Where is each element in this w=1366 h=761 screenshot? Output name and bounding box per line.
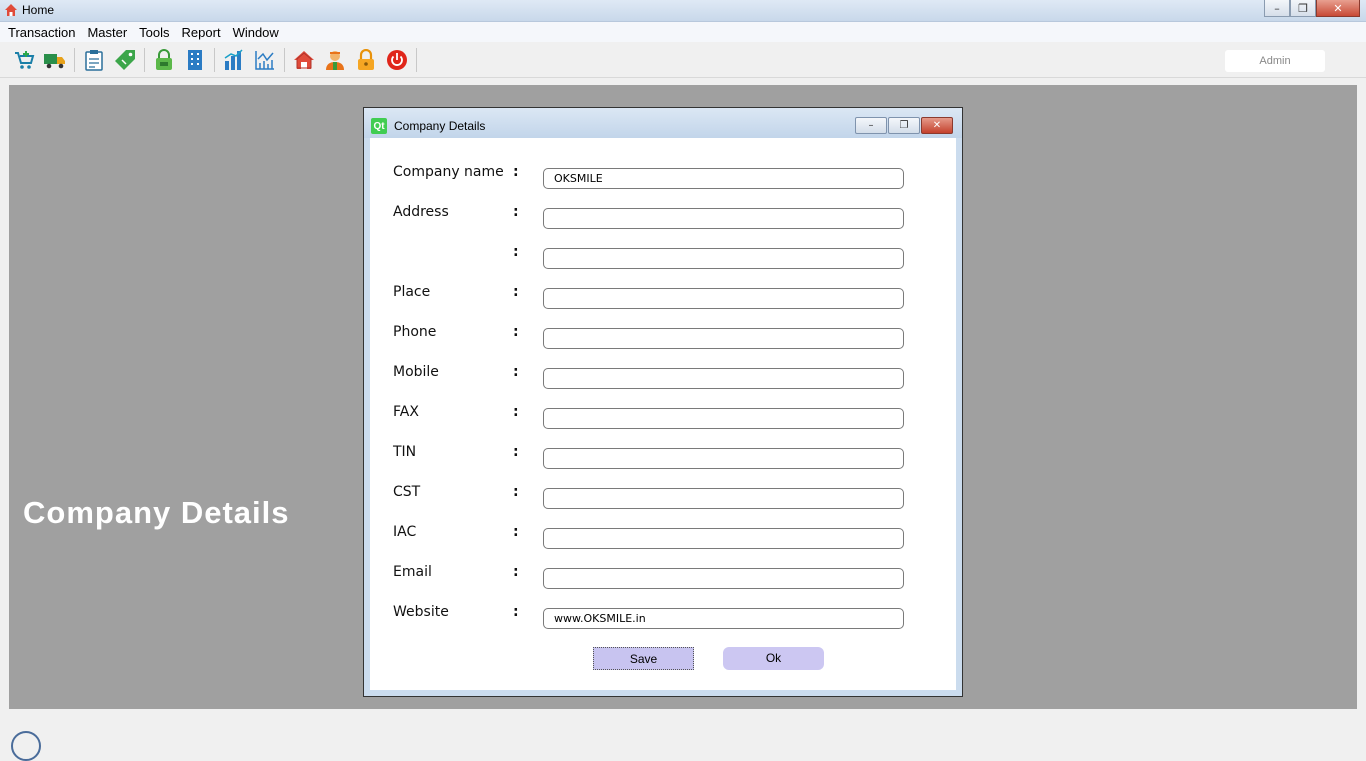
field-colon: : bbox=[513, 444, 519, 460]
status-logo-icon bbox=[11, 731, 41, 761]
dialog-maximize-button[interactable]: ❐ bbox=[888, 117, 920, 134]
place-input[interactable] bbox=[543, 288, 904, 309]
toolbar-separator bbox=[284, 48, 285, 72]
tin-input[interactable] bbox=[543, 448, 904, 469]
field-colon: : bbox=[513, 364, 519, 380]
cst-input[interactable] bbox=[543, 488, 904, 509]
field-colon: : bbox=[513, 244, 519, 260]
iac-label: IAC bbox=[393, 524, 417, 540]
clipboard-icon[interactable] bbox=[80, 46, 108, 74]
power-icon[interactable] bbox=[383, 46, 411, 74]
mobile-label: Mobile bbox=[393, 364, 439, 380]
menu-tools[interactable]: Tools bbox=[135, 25, 177, 40]
field-colon: : bbox=[513, 204, 519, 220]
line-chart-icon[interactable] bbox=[251, 46, 279, 74]
place-label: Place bbox=[393, 284, 431, 300]
window-title: Home bbox=[22, 3, 55, 17]
dialog-close-button[interactable]: ✕ bbox=[921, 117, 953, 134]
email-input[interactable] bbox=[543, 568, 904, 589]
phone-input[interactable] bbox=[543, 328, 904, 349]
toolbar-separator bbox=[74, 48, 75, 72]
website-label: Website bbox=[393, 604, 449, 620]
field-colon: : bbox=[513, 564, 519, 580]
field-colon: : bbox=[513, 604, 519, 620]
field-colon: : bbox=[513, 284, 519, 300]
minimize-icon: – bbox=[1274, 1, 1280, 15]
toolbar-separator bbox=[214, 48, 215, 72]
padlock-icon[interactable] bbox=[352, 46, 380, 74]
workspace-caption: Company Details bbox=[23, 495, 290, 530]
menu-window[interactable]: Window bbox=[229, 25, 287, 40]
iac-input[interactable] bbox=[543, 528, 904, 549]
close-icon: ✕ bbox=[932, 120, 942, 131]
home-icon[interactable] bbox=[290, 46, 318, 74]
minimize-button[interactable]: – bbox=[1264, 0, 1290, 17]
price-tag-icon[interactable] bbox=[111, 46, 139, 74]
field-colon: : bbox=[513, 404, 519, 420]
field-colon: : bbox=[513, 484, 519, 500]
mobile-input[interactable] bbox=[543, 368, 904, 389]
company-name-input[interactable]: OKSMILE bbox=[543, 168, 904, 189]
menu-master[interactable]: Master bbox=[83, 25, 135, 40]
qt-logo-icon: Qt bbox=[371, 118, 387, 134]
maximize-icon: ❐ bbox=[899, 120, 909, 131]
menu-report[interactable]: Report bbox=[178, 25, 229, 40]
company-name-label: Company name bbox=[393, 164, 504, 180]
save-button[interactable]: Save bbox=[593, 647, 694, 670]
bar-chart-icon[interactable] bbox=[220, 46, 248, 74]
maximize-button[interactable]: ❐ bbox=[1290, 0, 1316, 17]
toolbar-separator bbox=[416, 48, 417, 72]
home-app-icon bbox=[5, 4, 17, 16]
cst-label: CST bbox=[393, 484, 421, 500]
toolbar-separator bbox=[144, 48, 145, 72]
lock-bag-icon[interactable] bbox=[150, 46, 178, 74]
field-colon: : bbox=[513, 524, 519, 540]
dialog-body: Company name : OKSMILE Address : : Place… bbox=[370, 138, 956, 690]
maximize-icon: ❐ bbox=[1298, 1, 1308, 15]
minimize-icon: – bbox=[868, 120, 874, 131]
field-colon: : bbox=[513, 324, 519, 340]
toolbar: Admin bbox=[0, 42, 1366, 78]
current-user-label: Admin bbox=[1225, 50, 1325, 72]
company-details-dialog: Qt Company Details – ❐ ✕ Company name : … bbox=[363, 107, 963, 697]
field-colon: : bbox=[513, 164, 519, 180]
tin-label: TIN bbox=[393, 444, 417, 460]
address-line1-input[interactable] bbox=[543, 208, 904, 229]
email-label: Email bbox=[393, 564, 432, 580]
window-titlebar: Home – ❐ ✕ bbox=[0, 0, 1366, 22]
ok-button[interactable]: Ok bbox=[723, 647, 824, 670]
address-label: Address bbox=[393, 204, 449, 220]
shopping-cart-icon[interactable] bbox=[10, 46, 38, 74]
menu-transaction[interactable]: Transaction bbox=[4, 25, 83, 40]
building-icon[interactable] bbox=[181, 46, 209, 74]
delivery-truck-icon[interactable] bbox=[41, 46, 69, 74]
dialog-title: Company Details bbox=[394, 119, 486, 133]
close-icon: ✕ bbox=[1333, 1, 1343, 15]
menu-bar: Transaction Master Tools Report Window bbox=[0, 22, 1366, 42]
website-input[interactable]: www.OKSMILE.in bbox=[543, 608, 904, 629]
fax-input[interactable] bbox=[543, 408, 904, 429]
close-button[interactable]: ✕ bbox=[1316, 0, 1360, 17]
fax-label: FAX bbox=[393, 404, 419, 420]
dialog-minimize-button[interactable]: – bbox=[855, 117, 887, 134]
phone-label: Phone bbox=[393, 324, 437, 340]
dialog-titlebar: Qt Company Details – ❐ ✕ bbox=[364, 108, 962, 138]
user-icon[interactable] bbox=[321, 46, 349, 74]
address-line2-input[interactable] bbox=[543, 248, 904, 269]
